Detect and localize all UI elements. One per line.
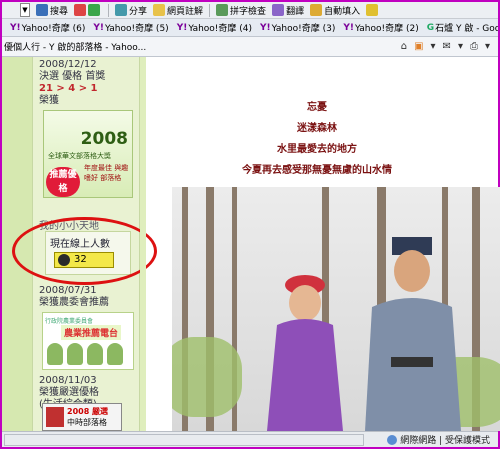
search-label: 搜尋 — [50, 6, 69, 17]
search-icon — [36, 4, 48, 16]
poem: 忘憂 迷漾森林 水里最愛去的地方 今夏再去感受那無憂無慮的山水情 — [152, 97, 482, 181]
security-zone: 網際網路 | 受保護模式 — [387, 433, 490, 446]
autofill-button[interactable]: 自動填入 — [310, 4, 360, 17]
divider — [140, 57, 146, 431]
forest-couple-photo — [172, 187, 500, 431]
autofill-icon — [310, 4, 323, 16]
council-badge[interactable]: 行政院農業委員會 農業推薦電台 — [42, 312, 134, 370]
award-block-2: 2008/07/31 榮獲農委會推薦 — [39, 285, 109, 309]
page-content: 2008/12/12 決選 優格 首獎 21 > 4 > 1 榮獲 2008 全… — [2, 57, 500, 431]
pen-button[interactable] — [366, 4, 380, 16]
print-icon[interactable]: ⎙ — [470, 41, 478, 52]
poem-line: 水里最愛去的地方 — [277, 144, 357, 155]
dropdown-arrow-icon[interactable]: ▾ — [458, 41, 463, 52]
status-text-field — [4, 433, 364, 446]
badge-name: 中時部落格 — [67, 418, 107, 427]
globe-icon — [387, 434, 398, 445]
note-label: 網頁註解 — [167, 6, 204, 17]
badge-year: 2008 — [80, 129, 128, 149]
mail-icon[interactable]: ✉ — [443, 41, 451, 52]
favorite-label: Yahoo!奇摩 (5) — [104, 24, 169, 34]
note-button[interactable]: 網頁註解 — [153, 4, 203, 17]
favorite-label: 石爐 Y 啟 - Google 搜尋 — [435, 24, 498, 34]
badge-banner: 農業推薦電台 — [61, 325, 122, 340]
note-icon — [153, 4, 166, 16]
favorite-link[interactable]: Y! Yahoo!奇摩 (3) — [260, 21, 336, 35]
poem-line: 迷漾森林 — [297, 123, 337, 134]
dropdown-arrow-icon[interactable]: ▼ — [20, 3, 30, 17]
translate-label: 翻譯 — [286, 6, 305, 17]
highlight-circle — [12, 217, 157, 285]
award-date: 2008/12/12 — [39, 59, 97, 70]
share-button[interactable]: 分享 — [115, 4, 147, 17]
favorite-link[interactable]: G石爐 Y 啟 - Google 搜尋 — [426, 21, 498, 35]
poem-line: 忘憂 — [307, 102, 327, 113]
badge-side-text: 年度最佳 與趣嗜好 部落格 — [84, 164, 129, 182]
favorite-label: Yahoo!奇摩 (4) — [188, 24, 253, 34]
award-block-1: 2008/12/12 決選 優格 首獎 21 > 4 > 1 榮獲 — [39, 59, 105, 107]
toolbar-icons[interactable] — [74, 4, 102, 16]
search-button[interactable]: 搜尋 — [36, 4, 68, 17]
autofill-label: 自動填入 — [324, 6, 361, 17]
zone-label: 網際網路 | 受保護模式 — [400, 436, 490, 446]
yahoo-icon: Y! — [260, 22, 271, 33]
favorite-label: Yahoo!奇摩 (6) — [21, 24, 86, 34]
favorite-label: Yahoo!奇摩 (2) — [355, 24, 419, 34]
man-figure — [365, 237, 461, 431]
yahoo-icon: Y! — [343, 22, 354, 33]
yahoo-icon: Y! — [176, 22, 188, 33]
badge-subtitle: 全球華文部落格大獎 — [48, 152, 111, 160]
chinatimes-logo-icon — [46, 407, 64, 427]
translate-button[interactable]: 翻譯 — [272, 4, 304, 17]
spellcheck-button[interactable]: 拼字檢查 — [216, 4, 266, 17]
dropdown-arrow-icon[interactable]: ▾ — [485, 41, 490, 52]
bookmark-icon — [74, 4, 87, 16]
command-bar: ⌂ ▣ ▾ ✉ ▾ ⎙ ▾ — [401, 41, 490, 52]
favorite-link[interactable]: Y! Yahoo!奇摩 (4) — [176, 21, 253, 35]
dropdown-arrow-icon[interactable]: ▾ — [431, 41, 436, 52]
award-title: 榮獲農委會推薦 — [39, 297, 109, 308]
badge-title: 2008 嚴選 — [67, 407, 109, 416]
favorite-link[interactable]: Y! Yahoo!奇摩 (6) — [10, 21, 86, 35]
selected-blog-badge[interactable]: 2008 嚴選 中時部落格 — [42, 403, 122, 431]
woman-figure — [267, 275, 343, 431]
farmer-figures-icon — [47, 343, 123, 365]
add-icon — [88, 4, 101, 16]
spellcheck-label: 拼字檢查 — [230, 6, 267, 17]
active-tab[interactable]: 優個人行 - Y 啟的部落格 - Yahoo... — [4, 40, 146, 53]
badge-red-label: 推薦優格 — [46, 167, 80, 197]
award-date: 2008/11/03 — [39, 375, 97, 386]
google-icon: G — [426, 22, 435, 33]
award-rank: 21 > 4 > 1 — [39, 83, 98, 94]
share-icon — [115, 4, 128, 16]
translate-icon — [272, 4, 285, 16]
pen-icon — [366, 4, 379, 16]
award-title: 決選 優格 首獎 — [39, 71, 106, 82]
favorite-label: Yahoo!奇摩 (3) — [271, 24, 336, 34]
award-title: 榮獲嚴選優格 — [39, 387, 99, 398]
favorite-link[interactable]: Y! Yahoo!奇摩 (2) — [343, 21, 419, 35]
yahoo-icon: Y! — [10, 22, 21, 33]
award-label: 榮獲 — [39, 95, 59, 106]
feeds-icon[interactable]: ▣ — [414, 41, 423, 52]
award-badge-2008[interactable]: 2008 全球華文部落格大獎 推薦優格 年度最佳 與趣嗜好 部落格 — [43, 110, 133, 198]
yahoo-icon: Y! — [93, 22, 104, 33]
badge-org: 行政院農業委員會 — [45, 318, 94, 325]
browser-toolbar: ▼ 搜尋 分享 網頁註解 拼字檢查 翻譯 自動填入 — [2, 2, 498, 19]
favorite-link[interactable]: Y! Yahoo!奇摩 (5) — [93, 21, 169, 35]
award-date: 2008/07/31 — [39, 285, 97, 296]
poem-line: 今夏再去感受那無憂無慮的山水情 — [242, 165, 392, 176]
share-label: 分享 — [129, 6, 148, 17]
home-icon[interactable]: ⌂ — [401, 41, 407, 52]
favorites-bar: Y! Yahoo!奇摩 (6) Y! Yahoo!奇摩 (5) Y! Yahoo!奇摩… — [2, 19, 498, 37]
tab-bar: 優個人行 - Y 啟的部落格 - Yahoo... ⌂ ▣ ▾ ✉ ▾ ⎙ ▾ — [2, 37, 498, 57]
status-bar: 網際網路 | 受保護模式 — [2, 431, 498, 447]
spellcheck-icon — [216, 4, 229, 16]
